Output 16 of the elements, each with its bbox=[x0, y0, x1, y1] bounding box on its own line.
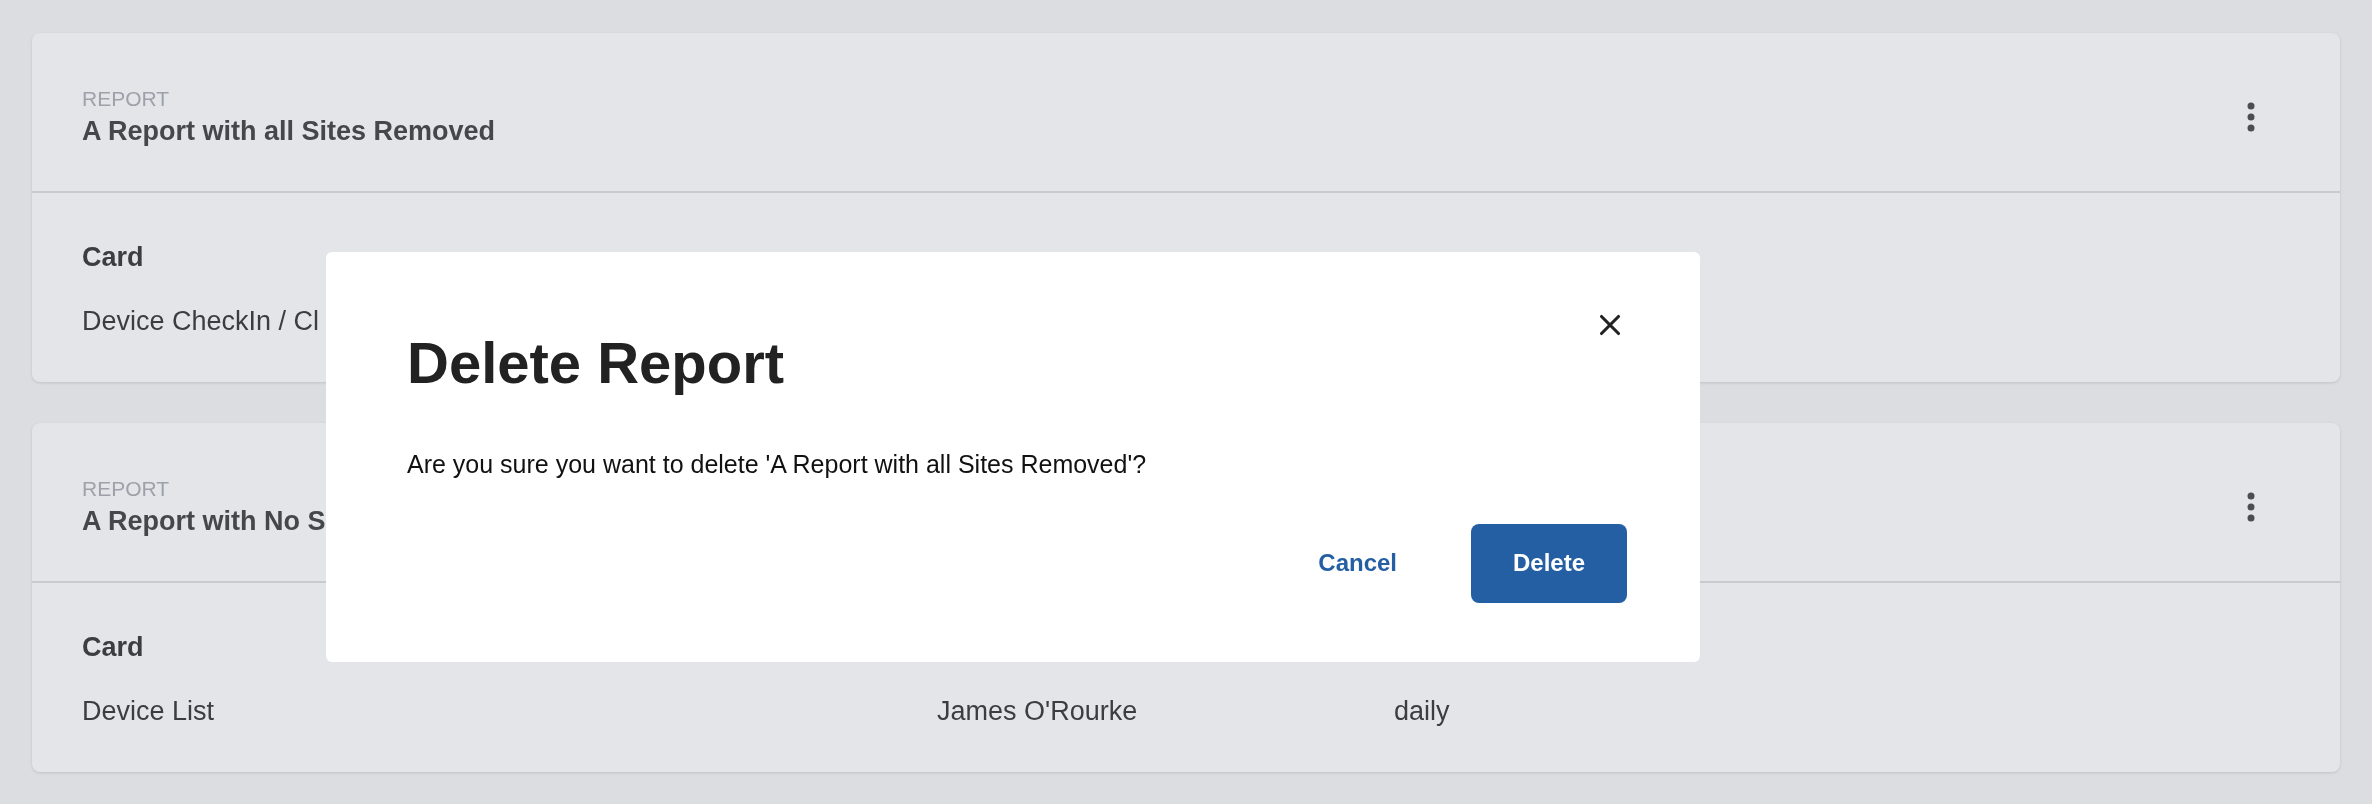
more-options-icon[interactable] bbox=[2246, 102, 2256, 132]
table-cell: daily bbox=[1394, 696, 1450, 726]
table-cell: James O'Rourke bbox=[937, 696, 1138, 726]
more-options-icon[interactable] bbox=[2246, 492, 2256, 522]
table-cell: Device List bbox=[82, 696, 215, 726]
report-label: REPORT bbox=[82, 86, 171, 112]
cancel-button[interactable]: Cancel bbox=[1298, 525, 1417, 601]
column-header: Card bbox=[82, 632, 144, 662]
dialog-title: Delete Report bbox=[407, 329, 785, 397]
report-label: REPORT bbox=[82, 476, 171, 502]
column-header: Card bbox=[82, 242, 144, 272]
table-cell: Device CheckIn / Cl bbox=[82, 306, 320, 336]
report-title: A Report with No S bbox=[82, 505, 326, 538]
report-title: A Report with all Sites Removed bbox=[82, 115, 496, 148]
delete-button[interactable]: Delete bbox=[1471, 523, 1627, 603]
dialog-message: Are you sure you want to delete 'A Report with all Sites Removed'? bbox=[407, 449, 1148, 480]
